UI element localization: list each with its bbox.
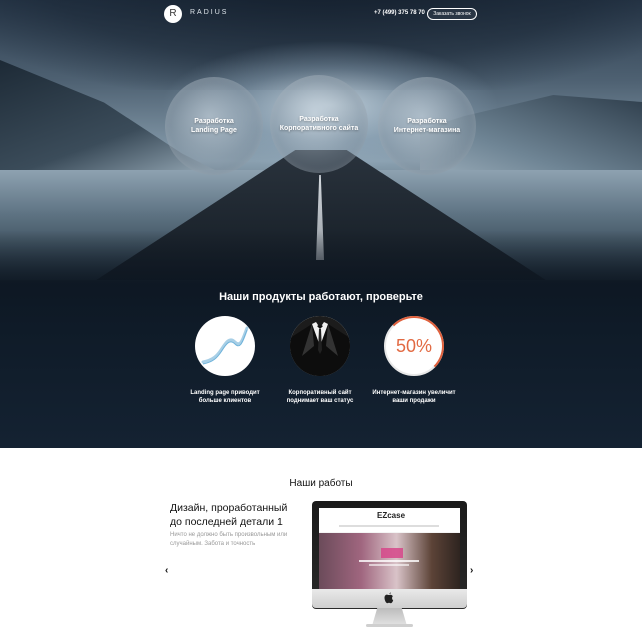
products-title: Наши продукты работают, проверьте <box>219 291 423 303</box>
screen-logo: EZcase <box>377 511 406 520</box>
works-title: Наши работы <box>289 478 353 489</box>
screen-nav: EZcase <box>319 508 460 532</box>
product-shop-label: Интернет-магазин увеличит ваши продажи <box>372 390 456 404</box>
service-shop-label: Разработка Интернет-магазина <box>393 118 461 134</box>
screen-nav-line <box>339 525 439 527</box>
prev-arrow-icon[interactable]: ‹ <box>165 565 168 576</box>
service-corporate-label: Разработка Корпоративного сайта <box>279 116 359 132</box>
tuxedo-icon <box>290 316 350 376</box>
service-online-shop-button[interactable]: Разработка Интернет-магазина <box>378 77 476 175</box>
work-item-description: Ничто не должно быть произвольным или сл… <box>170 532 288 547</box>
work-item-title: Дизайн, проработанный до последней детали… <box>170 502 288 528</box>
service-landing-page-button[interactable]: Разработка Landing Page <box>165 77 263 175</box>
percent-ring-progress <box>384 316 444 376</box>
screen-accent <box>381 548 403 558</box>
screen-text-line <box>359 560 419 562</box>
phone-number[interactable]: +7 (499) 375 78 70 <box>374 10 425 16</box>
product-corporate-label: Корпоративный сайт поднимает ваш статус <box>286 390 354 404</box>
service-corporate-site-button[interactable]: Разработка Корпоративного сайта <box>270 75 368 173</box>
hero-section <box>0 0 642 448</box>
portfolio-screenshot[interactable]: EZcase <box>319 508 460 589</box>
monitor-stand-base <box>366 624 413 627</box>
brand-name[interactable]: RADIUS <box>190 9 228 16</box>
chart-line-icon <box>195 316 255 376</box>
service-landing-label: Разработка Landing Page <box>191 118 237 134</box>
callback-button[interactable]: Заказать звонок <box>427 8 477 20</box>
screen-text-line-2 <box>369 564 409 566</box>
logo-icon[interactable]: R <box>164 5 182 23</box>
next-arrow-icon[interactable]: › <box>470 565 473 576</box>
product-landing-label: Landing page приводит больше клиентов <box>190 390 260 404</box>
apple-logo-icon <box>384 592 394 604</box>
